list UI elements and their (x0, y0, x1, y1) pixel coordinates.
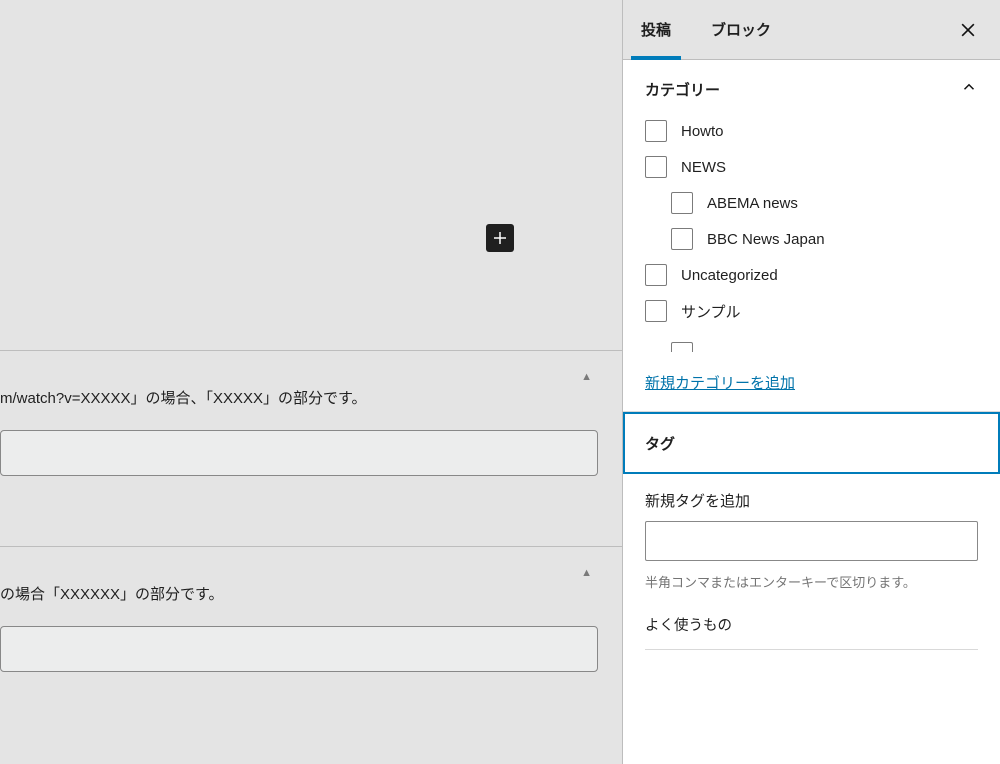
tags-panel: タグ 新規タグを追加 半角コンマまたはエンターキーで区切ります。 よく使うもの (623, 411, 1000, 658)
plus-icon (491, 229, 509, 247)
category-label: ABEMA news (707, 195, 798, 212)
add-category-link[interactable]: 新規カテゴリーを追加 (623, 352, 1000, 411)
add-tag-label: 新規タグを追加 (645, 490, 978, 511)
tab-block[interactable]: ブロック (693, 0, 789, 59)
category-item[interactable]: BBC News Japan (645, 228, 978, 250)
checkbox[interactable] (671, 192, 693, 214)
category-item-cut[interactable] (645, 336, 978, 348)
tag-input[interactable] (645, 521, 978, 561)
tags-panel-active-outline: タグ (623, 412, 1000, 474)
category-item[interactable]: サンプル (645, 300, 978, 322)
category-item[interactable]: Howto (645, 120, 978, 142)
field-hint-text-1: m/watch?v=XXXXX」の場合、「XXXXX」の部分です。 (0, 383, 622, 418)
field-hint-text-2: の場合「XXXXXX」の部分です。 (0, 579, 622, 614)
section-divider (0, 546, 622, 547)
checkbox[interactable] (645, 120, 667, 142)
checkbox[interactable] (645, 300, 667, 322)
tag-help-text: 半角コンマまたはエンターキーで区切ります。 (645, 573, 978, 594)
checkbox[interactable] (645, 156, 667, 178)
categories-panel-toggle[interactable]: カテゴリー (623, 60, 1000, 118)
chevron-up-icon (960, 432, 978, 454)
categories-list: Howto NEWS ABEMA news BBC News Japan Unc… (623, 118, 1000, 352)
categories-title: カテゴリー (645, 79, 720, 100)
settings-sidebar: 投稿 ブロック カテゴリー Howto NEWS ABEMA news (622, 0, 1000, 764)
custom-field-section-2: ▲ の場合「XXXXXX」の部分です。 (0, 546, 622, 672)
field-input-1[interactable] (0, 430, 598, 476)
checkbox[interactable] (645, 264, 667, 286)
category-item[interactable]: NEWS (645, 156, 978, 178)
sidebar-body: カテゴリー Howto NEWS ABEMA news BBC News Jap… (623, 60, 1000, 764)
close-sidebar-button[interactable] (948, 10, 988, 50)
collapse-caret-icon[interactable]: ▲ (0, 567, 622, 579)
add-block-button[interactable] (486, 224, 514, 252)
tags-panel-body: 新規タグを追加 半角コンマまたはエンターキーで区切ります。 よく使うもの (623, 474, 1000, 658)
chevron-up-icon (960, 78, 978, 100)
tags-panel-toggle[interactable]: タグ (625, 414, 998, 472)
checkbox[interactable] (671, 342, 693, 352)
category-label: NEWS (681, 159, 726, 176)
tags-title: タグ (645, 433, 675, 454)
close-icon (958, 20, 978, 40)
category-label: サンプル (681, 301, 741, 322)
section-divider (645, 649, 978, 650)
category-label: BBC News Japan (707, 231, 825, 248)
section-divider (0, 350, 622, 351)
field-input-2[interactable] (0, 626, 598, 672)
category-label: Howto (681, 123, 724, 140)
category-item[interactable]: Uncategorized (645, 264, 978, 286)
tab-post[interactable]: 投稿 (623, 0, 689, 59)
sidebar-tabs: 投稿 ブロック (623, 0, 1000, 60)
editor-canvas: ▲ m/watch?v=XXXXX」の場合、「XXXXX」の部分です。 ▲ の場… (0, 0, 622, 764)
checkbox[interactable] (671, 228, 693, 250)
custom-field-section-1: ▲ m/watch?v=XXXXX」の場合、「XXXXX」の部分です。 (0, 350, 622, 476)
frequent-tags-label[interactable]: よく使うもの (645, 614, 978, 635)
category-item[interactable]: ABEMA news (645, 192, 978, 214)
collapse-caret-icon[interactable]: ▲ (0, 371, 622, 383)
category-label: Uncategorized (681, 267, 778, 284)
